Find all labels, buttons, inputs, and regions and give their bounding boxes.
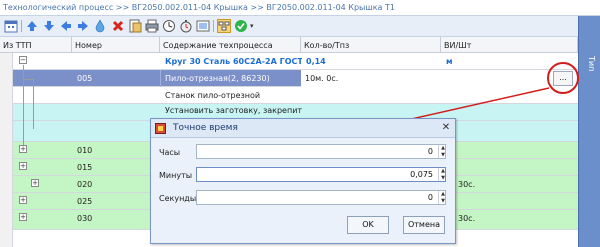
minutes-label: Минуты (159, 171, 193, 180)
spin-up-icon[interactable]: ▲ (439, 145, 447, 151)
seconds-label: Секунды (159, 194, 197, 203)
cancel-button[interactable]: Отмена (403, 216, 445, 234)
ok-button[interactable]: OK (347, 216, 389, 234)
precise-time-dialog: Точное время ✕ Часы ▲ ▼ Минуты ▲ ▼ Секун… (150, 118, 456, 244)
dialog-title: Точное время (173, 123, 238, 133)
spin-up-icon[interactable]: ▲ (439, 191, 447, 197)
seconds-spinner[interactable]: ▲ ▼ (196, 190, 446, 205)
seconds-field[interactable] (197, 191, 437, 204)
spin-up-icon[interactable]: ▲ (439, 168, 447, 174)
spin-down-icon[interactable]: ▼ (439, 198, 447, 204)
hours-label: Часы (159, 148, 181, 157)
spin-down-icon[interactable]: ▼ (439, 152, 447, 158)
hours-field[interactable] (197, 145, 437, 158)
spinner-buttons: ▲ ▼ (438, 191, 446, 204)
minutes-spinner[interactable]: ▲ ▼ (196, 167, 446, 182)
dialog-title-bar: Точное время ✕ (151, 119, 455, 138)
close-icon[interactable]: ✕ (440, 122, 452, 134)
app-icon (155, 123, 166, 134)
spin-down-icon[interactable]: ▼ (439, 175, 447, 181)
spinner-buttons: ▲ ▼ (438, 168, 446, 181)
minutes-field[interactable] (197, 168, 437, 181)
spinner-buttons: ▲ ▼ (438, 145, 446, 158)
hours-spinner[interactable]: ▲ ▼ (196, 144, 446, 159)
